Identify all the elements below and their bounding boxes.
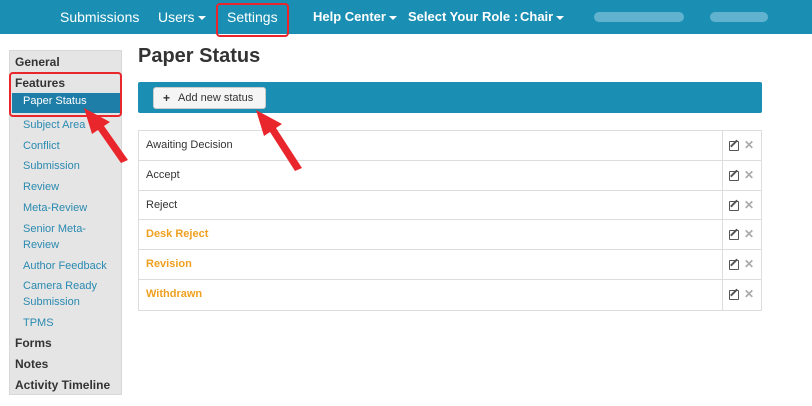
arrow-to-paper-status <box>84 108 128 163</box>
annotation-arrows <box>84 108 302 171</box>
arrow-to-add-button <box>256 110 302 171</box>
